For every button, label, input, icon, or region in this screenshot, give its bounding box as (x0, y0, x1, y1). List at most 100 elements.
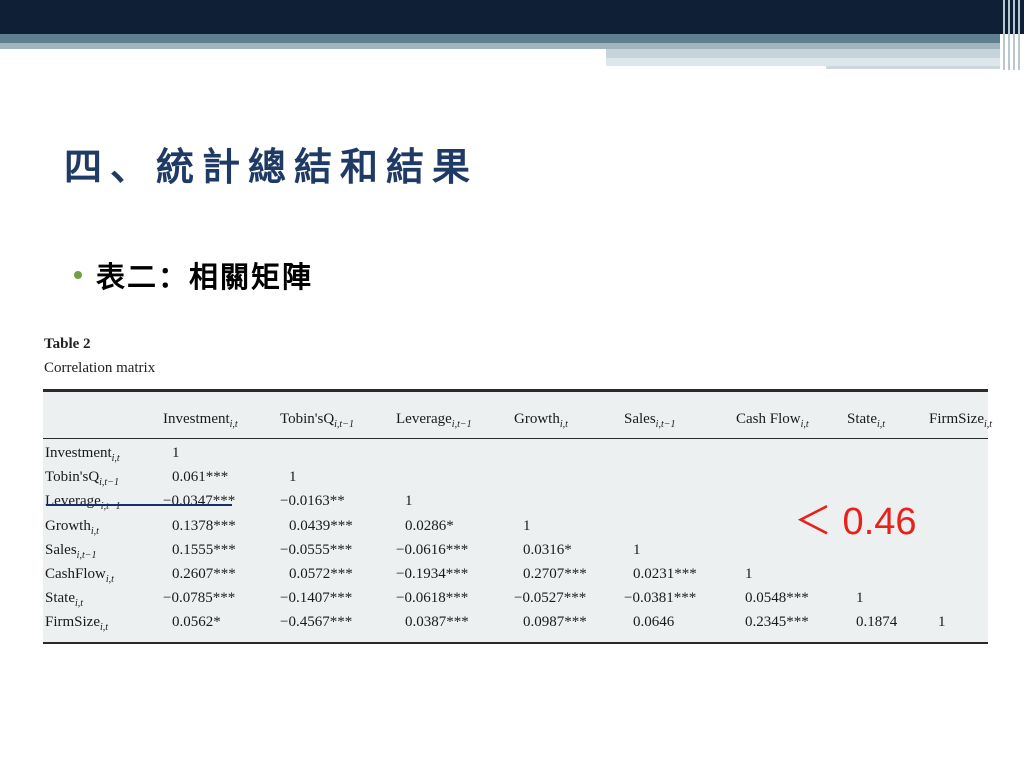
correlation-cell: 1 (633, 541, 641, 558)
header-vertical-line (1008, 0, 1010, 70)
column-header: Leveragei,t−1 (396, 410, 472, 434)
correlation-cell: 1 (405, 493, 413, 510)
correlation-cell: −0.1934*** (396, 566, 469, 582)
header-stripe (606, 58, 1000, 66)
column-header-subscript: i,t−1 (334, 419, 354, 430)
row-label: FirmSizei,t (45, 613, 108, 637)
column-header-subscript: i,t (984, 419, 993, 430)
correlation-cell: 0.2707*** (523, 566, 587, 582)
row-label-text: CashFlow (45, 566, 106, 582)
correlation-cell: 0.0286* (405, 517, 454, 534)
correlation-cell: 0.2607*** (172, 566, 236, 582)
correlation-cell: 1 (856, 590, 864, 607)
bullet-text: 表二：相關矩陣 (96, 260, 314, 294)
correlation-cell: 0.1378*** (172, 517, 236, 534)
correlation-cell: −0.0618*** (396, 590, 469, 607)
correlation-cell: −0.4567*** (280, 614, 353, 631)
row-label: Investmenti,t (45, 444, 120, 468)
correlation-cell: 0.0572*** (289, 566, 353, 582)
header-vertical-line (1018, 0, 1020, 70)
correlation-cell: 0.0231*** (633, 566, 697, 582)
column-header-text: Leverage (396, 411, 452, 427)
column-header-subscript: i,t (229, 419, 238, 430)
row-label-text: Tobin'sQ (45, 469, 100, 486)
row-label: Statei,t (45, 589, 83, 613)
column-header: Tobin'sQi,t−1 (280, 410, 354, 434)
column-header-text: State (847, 411, 877, 427)
column-header-subscript: i,t (800, 419, 809, 430)
correlation-cell: 0.0387*** (405, 614, 469, 631)
row-label: CashFlowi,t (45, 565, 114, 589)
correlation-cell: −0.0785*** (163, 590, 236, 607)
row-label: Growthi,t (45, 517, 99, 541)
row-label-text: State (45, 590, 75, 607)
column-header: Statei,t (847, 410, 885, 434)
correlation-cell: 1 (938, 614, 946, 631)
correlation-cell: −0.0163** (280, 493, 345, 510)
correlation-cell: 0.2345*** (745, 614, 809, 631)
correlation-cell: 1 (745, 566, 753, 582)
column-header-subscript: i,t−1 (451, 419, 472, 430)
correlation-cell: 0.0439*** (289, 517, 353, 534)
correlation-cell: −0.0347*** (163, 493, 236, 510)
correlation-cell: 0.0987*** (523, 614, 587, 631)
column-header: Investmenti,t (163, 410, 238, 434)
column-header-text: Sales (624, 411, 656, 427)
row-label-subscript: i,t (105, 574, 114, 585)
column-header-text: FirmSize (929, 411, 984, 427)
row-label-text: Growth (45, 517, 91, 534)
correlation-cell: −0.0527*** (514, 590, 587, 607)
row-label-text: Investment (45, 445, 112, 461)
header-vertical-line (1003, 0, 1005, 70)
header-bar (0, 0, 1024, 34)
table-caption: Correlation matrix (44, 360, 156, 376)
annotation-underline (46, 504, 232, 506)
bullet-icon (74, 271, 82, 279)
annotation-text: ＜ 0.46 (794, 501, 917, 543)
header-vertical-line (1013, 0, 1015, 70)
correlation-cell: −0.1407*** (280, 590, 353, 607)
row-label-subscript: i,t (100, 622, 109, 634)
correlation-cell: 0.1555*** (172, 541, 236, 558)
column-header: Growthi,t (514, 410, 568, 434)
column-header-text: Cash Flow (736, 411, 801, 427)
column-header-subscript: i,t−1 (655, 419, 676, 430)
row-label-subscript: i,t−1 (99, 477, 119, 489)
correlation-cell: 0.0646 (633, 614, 675, 631)
slide-title: 四、統計總結和結果 (64, 144, 479, 189)
row-label: Tobin'sQi,t−1 (45, 468, 119, 492)
correlation-cell: 0.0548*** (745, 590, 809, 607)
column-header: Salesi,t−1 (624, 410, 675, 434)
correlation-cell: −0.0555*** (280, 541, 353, 558)
row-label-text: FirmSize (45, 614, 100, 631)
correlation-cell: 0.061*** (172, 469, 229, 486)
correlation-cell: 0.1874 (856, 614, 898, 631)
row-label: Salesi,t−1 (45, 541, 96, 565)
row-label-text: Sales (45, 541, 77, 558)
correlation-cell: 1 (523, 517, 531, 534)
header-rule (43, 438, 988, 439)
column-header-subscript: i,t (877, 419, 886, 430)
row-label-subscript: i,t−1 (76, 549, 97, 561)
column-header-subscript: i,t (559, 419, 568, 430)
row-label-subscript: i,t (75, 598, 84, 610)
correlation-cell: 1 (172, 445, 180, 461)
column-header: Cash Flowi,t (736, 410, 809, 434)
column-header-text: Tobin'sQ (280, 411, 335, 427)
column-header-text: Growth (514, 411, 560, 427)
row-label-subscript: i,t (90, 525, 99, 537)
row-label-text: Leverage (45, 493, 101, 510)
column-header: FirmSizei,t (929, 410, 992, 434)
correlation-cell: 0.0562* (172, 614, 221, 631)
header-stripe (606, 49, 1000, 58)
header-stripe (0, 34, 1000, 43)
correlation-cell: −0.0381*** (624, 590, 697, 607)
correlation-cell: 0.0316* (523, 541, 572, 558)
bullet-item: 表二：相關矩陣 (74, 254, 313, 296)
table-label: Table 2 (44, 336, 91, 352)
correlation-cell: −0.0616*** (396, 541, 469, 558)
header-stripe (826, 66, 1000, 69)
column-header-text: Investment (163, 411, 230, 427)
correlation-cell: 1 (289, 469, 297, 486)
row-label-subscript: i,t (111, 453, 120, 464)
